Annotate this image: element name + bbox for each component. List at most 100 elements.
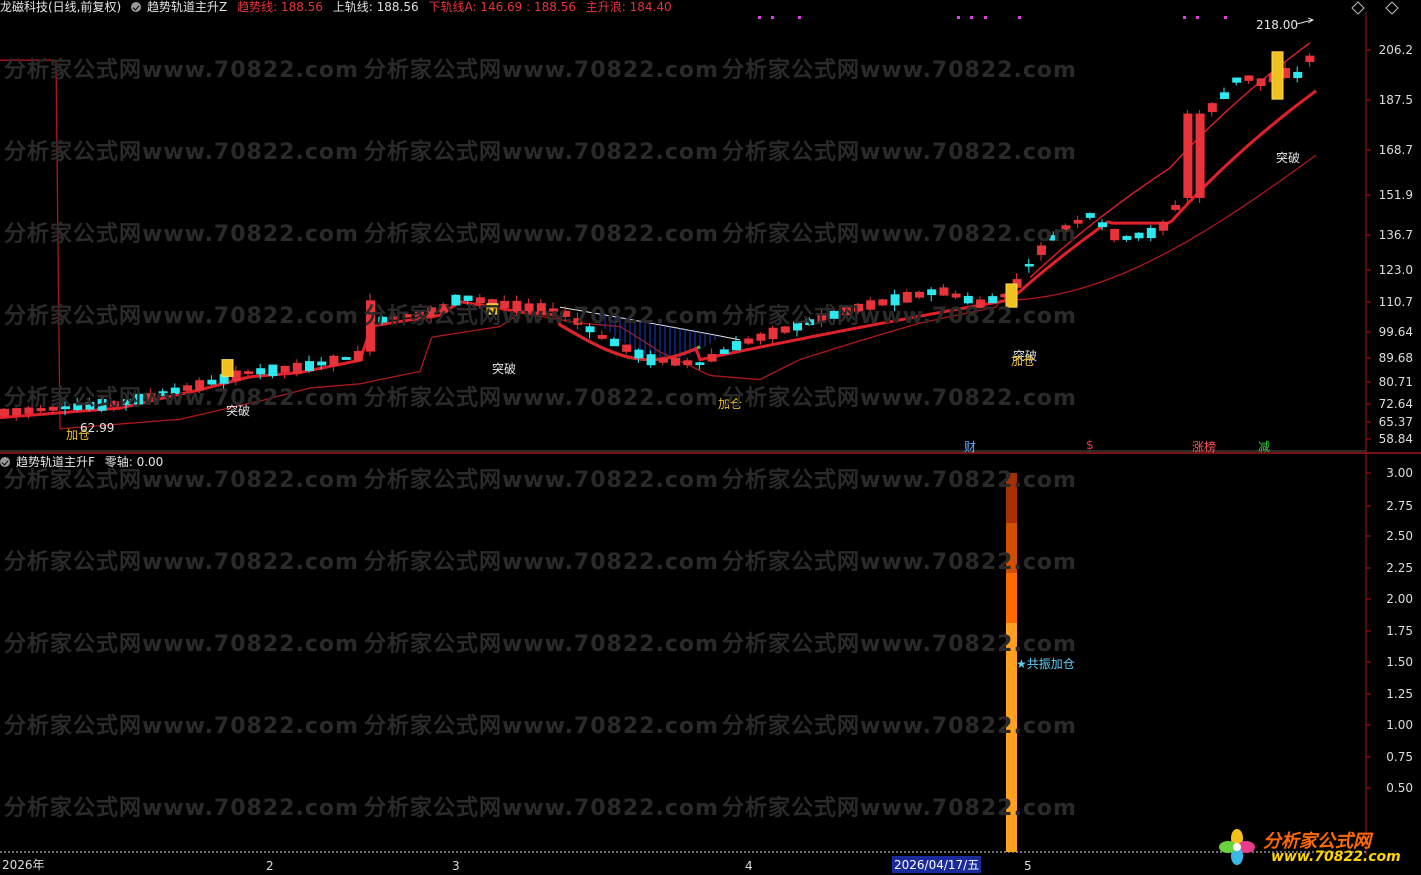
candle-body — [927, 289, 937, 296]
candle-body — [256, 368, 266, 375]
candle-body — [719, 349, 729, 354]
signal-dot — [957, 16, 960, 19]
time-tick: 2 — [266, 859, 274, 873]
candle-body — [305, 361, 314, 371]
candle-body — [1256, 78, 1266, 87]
diamond-icon — [1385, 1, 1399, 15]
price-tick: 136.7 — [1378, 228, 1413, 242]
candle-body — [1098, 222, 1107, 228]
candle-body — [671, 357, 680, 366]
watermark-text: 分析家公式网www.70822.com — [4, 304, 359, 329]
candle-body — [597, 334, 607, 339]
sub-tick: 1.75 — [1386, 624, 1413, 638]
sub-tick: 3.00 — [1386, 466, 1413, 480]
watermark-text: 分析家公式网www.70822.com — [722, 796, 1077, 821]
price-tick: 58.84 — [1378, 432, 1413, 446]
chart-window: 龙磁科技(日线,前复权) 趋势轨道主升Z 趋势线: 188.56 上轨线: 18… — [0, 0, 1421, 875]
candle-body — [1024, 263, 1034, 267]
candle-body — [732, 341, 741, 351]
breakout-label: 突破 — [492, 362, 517, 376]
candle-body — [1171, 205, 1181, 210]
price-tick: 72.64 — [1378, 397, 1413, 411]
candle-body — [244, 371, 253, 374]
upper-rail-value: 上轨线: 188.56 — [332, 0, 419, 14]
watermark-text: 分析家公式网www.70822.com — [722, 140, 1077, 165]
watermark-text: 分析家公式网www.70822.com — [364, 632, 719, 657]
sub-tick: 1.50 — [1386, 655, 1413, 669]
candle-body — [939, 287, 949, 296]
resonance-bar-mid — [1006, 573, 1017, 623]
diamond-icon — [1351, 1, 1365, 15]
candle-body — [1134, 232, 1144, 239]
candle-body — [622, 344, 632, 352]
price-tick: 80.71 — [1378, 375, 1413, 389]
trend-line-value: 趋势线: 188.56 — [237, 0, 323, 14]
time-tick: 5 — [1024, 859, 1032, 873]
candle-body — [1232, 77, 1242, 83]
breakout-candle — [221, 359, 234, 377]
candle-body — [1183, 113, 1193, 198]
watermark-text: 分析家公式网www.70822.com — [4, 140, 359, 165]
main-wave-value: 主升浪: 184.40 — [585, 0, 672, 14]
indicator-settings-icon[interactable] — [131, 2, 142, 12]
candle-body — [951, 293, 961, 298]
add-position-label: 加仓 — [66, 428, 91, 442]
breakout-label: 突破 — [1276, 151, 1301, 165]
signal-dot — [1183, 16, 1186, 19]
price-tick: 65.37 — [1378, 415, 1413, 429]
event-marker: $ — [1086, 438, 1094, 452]
high-price-label: 218.00 — [1256, 18, 1298, 32]
candle-body — [1085, 213, 1095, 218]
candle-body — [744, 338, 754, 344]
time-tick: 2026年 — [2, 858, 45, 872]
main-header: 龙磁科技(日线,前复权) 趋势轨道主升Z 趋势线: 188.56 上轨线: 18… — [0, 0, 678, 14]
candle-body — [756, 333, 766, 341]
candle-body — [1244, 75, 1254, 81]
sub-tick: 2.50 — [1386, 529, 1413, 543]
watermark-text: 分析家公式网www.70822.com — [4, 222, 359, 247]
candle-body — [268, 364, 278, 376]
signal-dot — [1018, 16, 1021, 19]
candle-body — [695, 362, 705, 366]
candle-body — [280, 365, 290, 373]
stock-title: 龙磁科技(日线,前复权) — [0, 0, 122, 14]
candle-body — [634, 349, 644, 359]
candle-body — [317, 361, 327, 366]
candle-body — [610, 338, 619, 347]
watermark-text: 分析家公式网www.70822.com — [722, 58, 1077, 83]
price-tick: 123.0 — [1378, 263, 1413, 277]
price-tick: 206.2 — [1378, 43, 1413, 57]
watermark-text: 分析家公式网www.70822.com — [364, 58, 719, 83]
sub-tick: 2.75 — [1386, 499, 1413, 513]
watermark-text: 分析家公式网www.70822.com — [4, 468, 359, 493]
event-marker: 减 — [1258, 440, 1271, 454]
candle-body — [683, 360, 693, 366]
watermark-text: 分析家公式网www.70822.com — [4, 796, 359, 821]
price-tick: 99.64 — [1378, 325, 1413, 339]
watermark-text: 分析家公式网www.70822.com — [4, 632, 359, 657]
time-tick: 3 — [452, 859, 460, 873]
candle-body — [707, 353, 717, 362]
sub-tick: 2.25 — [1386, 561, 1413, 575]
candle-body — [915, 291, 924, 298]
candle-body — [1305, 55, 1315, 62]
watermark-text: 分析家公式网www.70822.com — [722, 632, 1077, 657]
candle-body — [329, 355, 339, 367]
main-indicator-name[interactable]: 趋势轨道主升Z — [147, 0, 227, 14]
watermark-text: 分析家公式网www.70822.com — [364, 386, 719, 411]
watermark-text: 分析家公式网www.70822.com — [364, 714, 719, 739]
site-logo: 分析家公式网 www.70822.com — [1215, 827, 1415, 867]
candle-body — [1146, 227, 1156, 239]
candle-body — [1159, 221, 1168, 231]
watermark-text: 分析家公式网www.70822.com — [364, 550, 719, 575]
high-arrow-icon — [1296, 17, 1315, 25]
candle-body — [353, 350, 363, 362]
watermark-text: 分析家公式网www.70822.com — [722, 550, 1077, 575]
watermark-text: 分析家公式网www.70822.com — [4, 714, 359, 739]
time-tick: 2026/04/17/五 — [892, 856, 982, 873]
signal-dot — [970, 16, 973, 19]
breakout-candle — [1271, 51, 1284, 100]
candle-body — [1293, 71, 1303, 78]
price-tick: 110.7 — [1378, 295, 1413, 309]
signal-dot — [771, 16, 774, 19]
